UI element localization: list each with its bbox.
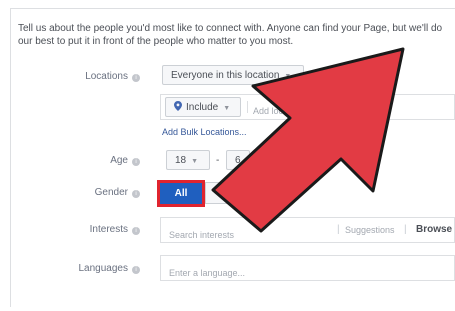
gender-all-label: All [174, 188, 188, 199]
location-scope-value: Everyone in this location [171, 70, 280, 81]
locations-label-text: Locations [85, 71, 128, 82]
gender-men-button[interactable]: Me [205, 182, 249, 204]
suggestions-link[interactable]: Suggestions [345, 225, 395, 235]
info-icon: i [132, 74, 140, 82]
languages-box: Enter a language... [160, 255, 455, 281]
languages-label-text: Languages [78, 263, 129, 274]
include-value: Include [186, 102, 219, 113]
info-icon: i [132, 227, 140, 235]
chevron-down-icon: ▼ [223, 105, 231, 112]
age-separator: - [216, 155, 220, 166]
divider: | [404, 224, 407, 235]
interests-label-text: Interests [89, 224, 128, 235]
include-select[interactable]: Include ▼ [165, 97, 241, 117]
location-search-placeholder: Add locatio [253, 106, 298, 116]
location-search-input[interactable]: Add locatio [253, 101, 298, 119]
age-max-select[interactable]: 6 [226, 150, 250, 170]
browse-button[interactable]: Browse [416, 224, 452, 235]
age-label-text: Age [110, 155, 128, 166]
language-input[interactable]: Enter a language... [169, 263, 245, 281]
location-scope-select[interactable]: Everyone in this location ▼ [162, 65, 304, 85]
info-icon: i [132, 158, 140, 166]
divider: | [337, 224, 340, 235]
gender-label-text: Gender [94, 187, 128, 198]
interests-placeholder: Search interests [169, 230, 235, 240]
location-pin-icon [174, 99, 182, 111]
chevron-down-icon: ▼ [191, 158, 199, 165]
gender-label: Gender i [40, 187, 140, 198]
chevron-down-icon: ▼ [284, 73, 292, 80]
languages-label: Languages i [40, 263, 140, 274]
interests-box: Search interests | Suggestions | Browse [160, 217, 455, 243]
interests-label: Interests i [40, 224, 140, 235]
age-max-value: 6 [235, 155, 241, 166]
add-bulk-locations-link[interactable]: Add Bulk Locations... [162, 127, 247, 137]
info-icon: i [132, 190, 140, 198]
info-icon: i [132, 266, 140, 274]
location-input-box: Include ▼ Add locatio [160, 94, 455, 120]
locations-label: Locations i [40, 71, 140, 82]
intro-text: Tell us about the people you'd most like… [18, 23, 443, 47]
gender-all-button[interactable]: All [157, 180, 205, 207]
divider [247, 101, 248, 113]
age-min-value: 18 [175, 155, 187, 166]
age-min-select[interactable]: 18 ▼ [166, 150, 210, 170]
gender-men-label: Me [220, 187, 234, 198]
age-label: Age i [40, 155, 140, 166]
interests-search-input[interactable]: Search interests [169, 225, 234, 243]
language-placeholder: Enter a language... [169, 268, 246, 278]
